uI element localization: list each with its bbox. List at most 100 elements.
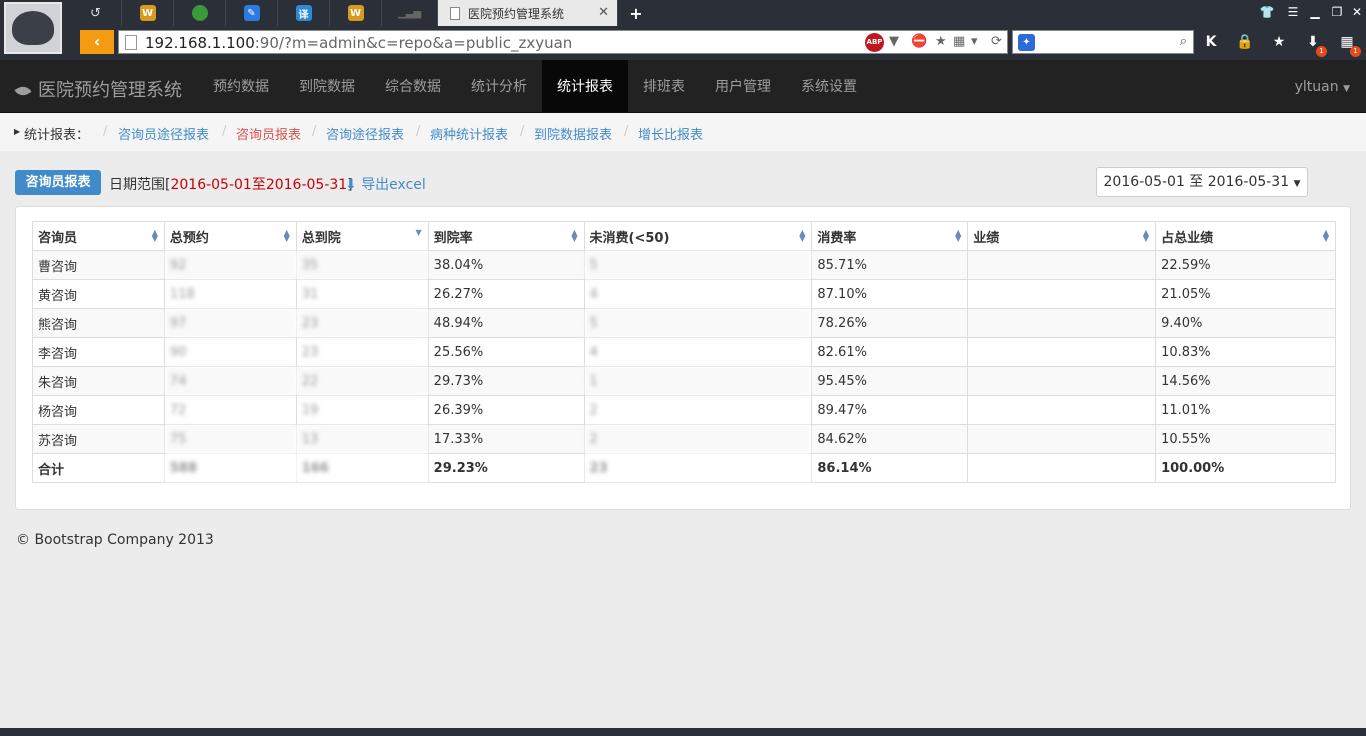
skin-icon[interactable]: 👕 <box>1258 3 1276 21</box>
table-cell: 29.73% <box>427 366 585 396</box>
qr-icon[interactable]: ▦ <box>953 34 965 49</box>
sort-icon[interactable]: ▲ ▼ <box>1323 229 1329 243</box>
column-header[interactable]: 业绩 ▲ ▼ <box>967 221 1157 251</box>
breadcrumb-link[interactable]: 咨询员途径报表 <box>118 124 209 143</box>
table-cell: 166 <box>295 453 429 483</box>
column-header[interactable]: 未消费(<50) ▲ ▼ <box>583 221 813 251</box>
close-tab-icon[interactable]: ✕ <box>598 5 609 20</box>
table-cell: 21.05% <box>1155 279 1336 309</box>
star-icon[interactable]: ★ <box>935 34 947 49</box>
blue-app-icon: ✎ <box>243 5 260 21</box>
blocked-icon[interactable]: ⛔ <box>911 34 927 49</box>
sort-icon[interactable]: ▲ ▼ <box>152 229 158 243</box>
table-cell <box>967 308 1157 338</box>
tab-w-app-2[interactable]: W <box>330 0 382 26</box>
column-header[interactable]: 总预约 ▲ ▼ <box>163 221 297 251</box>
table-cell: 25.56% <box>427 337 585 367</box>
nav-item-combined[interactable]: 综合数据 <box>371 60 455 112</box>
active-tab-title: 医院预约管理系统 <box>468 6 565 21</box>
sort-icon[interactable]: ▲ ▼ <box>571 229 577 243</box>
table-cell: 97 <box>163 308 297 338</box>
lock-icon[interactable]: 🔒 <box>1236 34 1254 50</box>
page-icon <box>450 6 460 20</box>
caret-down-icon: ▼ <box>1343 84 1350 94</box>
bookmark-star-icon[interactable]: ★ <box>1270 34 1288 50</box>
nav-item-settings[interactable]: 系统设置 <box>787 60 871 112</box>
table-cell: 黄咨询 <box>32 279 165 309</box>
table-cell: 22 <box>295 366 429 396</box>
table-cell: 5 <box>583 250 813 280</box>
table-cell: 48.94% <box>427 308 585 338</box>
close-window-icon[interactable]: ✕ <box>1348 3 1366 21</box>
table-cell: 13 <box>295 424 429 454</box>
column-header[interactable]: 消费率 ▲ ▼ <box>811 221 969 251</box>
tab-chart[interactable]: ▁▃▅ <box>382 0 438 26</box>
tab-blue-app[interactable]: ✎ <box>226 0 278 26</box>
table-cell: 熊咨询 <box>32 308 165 338</box>
table-cell: 10.83% <box>1155 337 1336 367</box>
table-cell: 17.33% <box>427 424 585 454</box>
k-icon[interactable]: K <box>1202 34 1220 50</box>
table-cell: 89.47% <box>811 395 969 425</box>
browser-tab-bar: ↺ W ✎ 译 W ▁▃▅ 医院预约管理系统 ✕ + 👕 ☰ ▁ ❐ ✕ <box>0 0 1366 54</box>
table-cell: 85.71% <box>811 250 969 280</box>
table-body: 曹咨询 92 35 38.04% 5 85.71% 22.59% 黄咨询 118 31 26.27%… <box>32 250 1336 483</box>
nav-item-analysis[interactable]: 统计分析 <box>457 60 541 112</box>
table-row: 李咨询 90 23 25.56% 4 82.61% 10.83% <box>32 337 1336 367</box>
date-range-picker[interactable]: 2016-05-01 至 2016-05-31 ▼ <box>1096 167 1308 197</box>
column-header-label: 占总业绩 <box>1161 230 1214 246</box>
sort-icon[interactable]: ▲ ▼ <box>955 229 961 243</box>
url-input[interactable]: 192.168.1.100:90/?m=admin&c=repo&a=publi… <box>118 30 1008 54</box>
adblock-icon[interactable]: ABP <box>865 33 884 52</box>
report-table: 咨询员 ▲ ▼ 总预约 ▲ ▼ 总到院 ▼ 到院率 ▲ ▼ 未消费(<50) ▲ ▼ 消费率 ▲ ▼ 业绩 ▲ ▼ 占总… <box>32 221 1336 483</box>
column-header[interactable]: 到院率 ▲ ▼ <box>427 221 585 251</box>
nav-item-appointments[interactable]: 预约数据 <box>199 60 283 112</box>
restore-icon[interactable]: ❐ <box>1328 3 1346 21</box>
table-cell: 75 <box>163 424 297 454</box>
sort-desc-icon[interactable]: ▼ <box>416 229 422 237</box>
breadcrumb-separator: / <box>416 124 421 139</box>
column-header[interactable]: 占总业绩 ▲ ▼ <box>1155 221 1336 251</box>
reload-icon[interactable]: ↺ <box>70 0 122 26</box>
tab-chrome[interactable] <box>174 0 226 26</box>
refresh-icon[interactable]: ⟳ <box>991 34 1002 49</box>
breadcrumb-link[interactable]: 到院数据报表 <box>534 124 612 143</box>
new-tab-button[interactable]: + <box>618 0 654 26</box>
column-header[interactable]: 咨询员 ▲ ▼ <box>32 221 165 251</box>
sort-icon[interactable]: ▲ ▼ <box>799 229 805 243</box>
tab-w-app[interactable]: W <box>122 0 174 26</box>
nav-item-schedule[interactable]: 排班表 <box>630 60 698 112</box>
column-header-label: 消费率 <box>817 230 857 246</box>
profile-avatar[interactable] <box>4 2 62 54</box>
column-header[interactable]: 总到院 ▼ <box>295 221 429 251</box>
chevron-down-icon[interactable]: ▾ <box>971 34 978 49</box>
nav-item-arrivals[interactable]: 到院数据 <box>285 60 369 112</box>
column-header-label: 业绩 <box>973 230 1000 246</box>
menu-icon[interactable]: ☰ <box>1284 3 1302 21</box>
search-icon[interactable]: ⌕ <box>1180 34 1187 49</box>
baidu-icon: ✦ <box>1018 34 1035 51</box>
breadcrumb-link[interactable]: 增长比报表 <box>638 124 703 143</box>
brand[interactable]: 医院预约管理系统 <box>14 76 182 102</box>
user-menu[interactable]: yltuan ▼ <box>1295 60 1350 116</box>
search-input[interactable]: ✦ ⌕ <box>1012 30 1194 54</box>
nav-item-users[interactable]: 用户管理 <box>701 60 785 112</box>
breadcrumb-link[interactable]: 病种统计报表 <box>430 124 508 143</box>
minimize-icon[interactable]: ▁ <box>1306 3 1324 21</box>
pocket-icon[interactable]: ▼ <box>889 34 899 49</box>
table-cell: 100.00% <box>1155 453 1336 483</box>
export-excel-link[interactable]: ⬇ 导出excel <box>345 174 426 194</box>
tab-active[interactable]: 医院预约管理系统 ✕ <box>438 0 618 26</box>
table-cell: 4 <box>583 279 813 309</box>
nav-item-reports[interactable]: 统计报表 <box>542 60 628 112</box>
breadcrumb-link[interactable]: 咨询途径报表 <box>326 124 404 143</box>
table-cell <box>967 279 1157 309</box>
breadcrumb-label: 统计报表： <box>24 128 90 143</box>
sort-icon[interactable]: ▲ ▼ <box>284 229 290 243</box>
footer: © Bootstrap Company 2013 <box>16 532 214 548</box>
back-button[interactable]: ‹ <box>80 30 114 54</box>
sort-icon[interactable]: ▲ ▼ <box>1143 229 1149 243</box>
breadcrumb: ▶ 统计报表： / 咨询员途径报表 / 咨询员报表 / 咨询途径报表 / 病种统… <box>0 113 1366 151</box>
tab-translate[interactable]: 译 <box>278 0 330 26</box>
table-cell: 74 <box>163 366 297 396</box>
